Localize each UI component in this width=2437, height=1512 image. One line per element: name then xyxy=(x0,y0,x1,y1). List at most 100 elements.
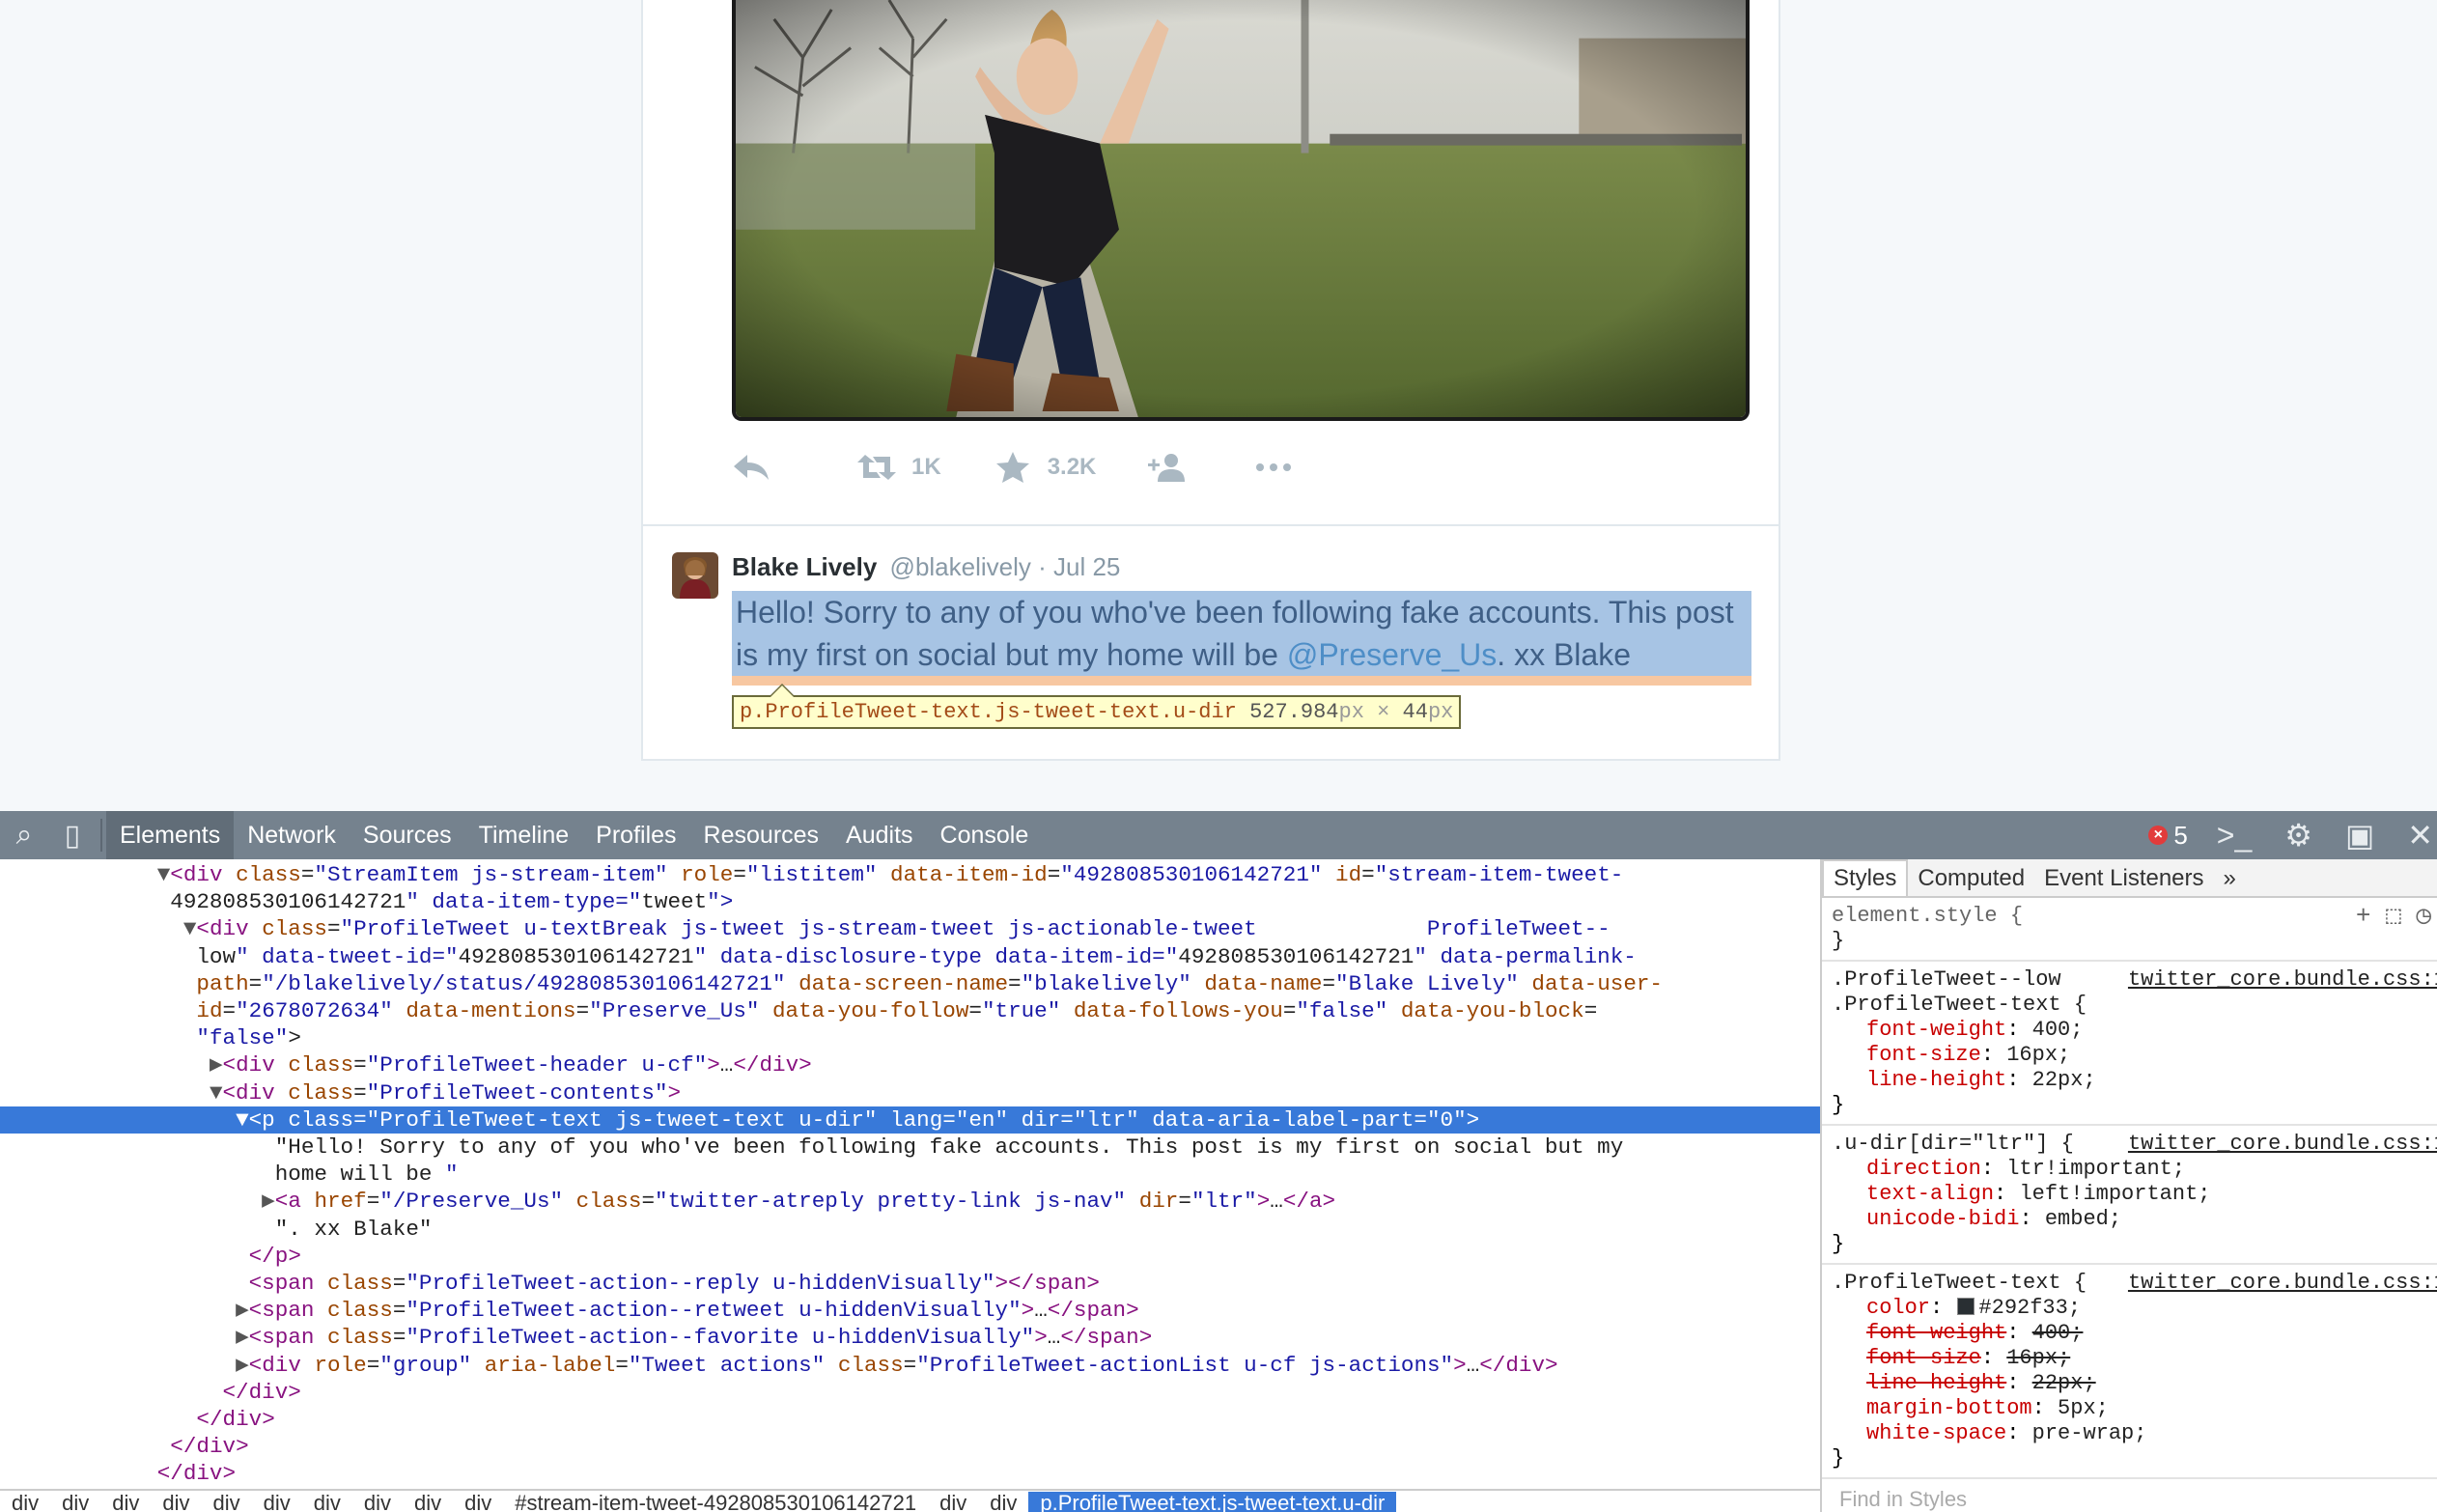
tweet-author-name[interactable]: Blake Lively xyxy=(732,552,877,581)
breadcrumb-item[interactable]: div xyxy=(453,1492,503,1512)
css-property[interactable]: font-weight: 400; xyxy=(1832,1321,2427,1346)
dom-node[interactable]: id="2678072634" data-mentions="Preserve_… xyxy=(0,997,1820,1024)
elements-tree[interactable]: ▼<div class="StreamItem js-stream-item" … xyxy=(0,859,1820,1483)
dom-node[interactable]: ▶<a href="/Preserve_Us" class="twitter-a… xyxy=(0,1188,1820,1215)
tab-resources[interactable]: Resources xyxy=(690,811,833,859)
element-style-rule[interactable]: element.style { } + ⬚ ◷ xyxy=(1822,898,2437,962)
find-in-styles[interactable]: Find in Styles xyxy=(1839,1487,1967,1512)
breadcrumb-item[interactable]: div xyxy=(302,1492,352,1512)
close-icon[interactable]: ✕ xyxy=(2407,817,2433,854)
css-rule[interactable]: .u-dir[dir="ltr"] {twitter_core.bundle.c… xyxy=(1822,1126,2437,1265)
tab-event-listeners[interactable]: Event Listeners xyxy=(2034,865,2213,896)
avatar[interactable] xyxy=(672,552,718,599)
css-property[interactable]: font-size: 16px; xyxy=(1832,1043,2427,1068)
tweet[interactable]: Blake Lively @blakelively · Jul 25 Hello… xyxy=(643,526,1779,758)
css-property[interactable]: unicode-bidi: embed; xyxy=(1832,1207,2427,1232)
breadcrumb-item[interactable]: div xyxy=(50,1492,100,1512)
dom-node[interactable]: ▶<div role="group" aria-label="Tweet act… xyxy=(0,1352,1820,1379)
tab-sources[interactable]: Sources xyxy=(350,811,465,859)
dom-node[interactable]: "Hello! Sorry to any of you who've been … xyxy=(0,1134,1820,1161)
gear-icon[interactable]: ⚙ xyxy=(2284,817,2312,854)
dom-node[interactable]: ▼<div class="ProfileTweet-contents"> xyxy=(0,1079,1820,1106)
retweet-action[interactable]: 1K xyxy=(857,451,941,484)
dom-node[interactable]: </div> xyxy=(0,1379,1820,1406)
dom-node[interactable]: low" data-tweet-id="492808530106142721" … xyxy=(0,943,1820,970)
error-counter[interactable]: × 5 xyxy=(2148,821,2188,851)
tweet-mention-link[interactable]: @Preserve_Us xyxy=(1287,637,1497,672)
expand-triangle-icon[interactable]: ▼ xyxy=(210,1080,223,1106)
tweet-timestamp[interactable]: · Jul 25 xyxy=(1038,552,1120,581)
expand-triangle-icon[interactable]: ▶ xyxy=(236,1298,249,1323)
dom-node[interactable]: ". xx Blake" xyxy=(0,1216,1820,1243)
tab-timeline[interactable]: Timeline xyxy=(465,811,583,859)
color-swatch[interactable] xyxy=(1957,1298,1975,1315)
expand-triangle-icon[interactable]: ▼ xyxy=(236,1107,249,1133)
dom-node[interactable]: ▶<div class="ProfileTweet-header u-cf">…… xyxy=(0,1051,1820,1078)
expand-triangle-icon[interactable]: ▶ xyxy=(210,1052,223,1078)
expand-triangle-icon[interactable]: ▼ xyxy=(183,916,197,941)
more-tabs-chevron[interactable]: » xyxy=(2214,865,2246,896)
css-property[interactable]: text-align: left!important; xyxy=(1832,1182,2427,1207)
dom-node[interactable]: <span class="ProfileTweet-action--reply … xyxy=(0,1270,1820,1297)
tab-profiles[interactable]: Profiles xyxy=(582,811,689,859)
breadcrumb-item[interactable]: div xyxy=(202,1492,252,1512)
dom-node[interactable]: </p> xyxy=(0,1243,1820,1270)
breadcrumb-item[interactable]: p.ProfileTweet-text.js-tweet-text.u-dir xyxy=(1028,1492,1397,1512)
dom-node[interactable]: "false"> xyxy=(0,1024,1820,1051)
css-rule[interactable]: .ProfileTweet-text {twitter_core.bundle.… xyxy=(1822,1265,2437,1479)
css-property[interactable]: direction: ltr!important; xyxy=(1832,1157,2427,1182)
dom-node-selected[interactable]: ▼<p class="ProfileTweet-text js-tweet-te… xyxy=(0,1106,1820,1134)
css-property[interactable]: font-size: 16px; xyxy=(1832,1346,2427,1371)
breadcrumb-item[interactable]: div xyxy=(403,1492,453,1512)
follow-action[interactable] xyxy=(1148,451,1202,484)
expand-triangle-icon[interactable]: ▶ xyxy=(236,1353,249,1378)
search-icon[interactable]: ⌕ xyxy=(0,819,48,852)
favorite-action[interactable]: 3.2K xyxy=(994,451,1096,484)
css-rule[interactable]: .ProfileTweet--low .ProfileTweet-text {tw… xyxy=(1822,962,2437,1126)
toggle-state-icon[interactable]: ⬚ xyxy=(2386,902,2401,931)
more-action[interactable] xyxy=(1254,451,1308,484)
tweet-screen-name[interactable]: @blakelively xyxy=(890,552,1031,581)
dom-node[interactable]: ▼<div class="StreamItem js-stream-item" … xyxy=(0,861,1820,888)
expand-triangle-icon[interactable]: ▶ xyxy=(262,1189,275,1214)
breadcrumb-item[interactable]: #stream-item-tweet-492808530106142721 xyxy=(503,1492,928,1512)
breadcrumb-item[interactable]: div xyxy=(352,1492,403,1512)
breadcrumb-item[interactable]: div xyxy=(252,1492,302,1512)
console-drawer-icon[interactable]: >_ xyxy=(2217,818,2252,854)
css-property[interactable]: color: #292f33; xyxy=(1832,1296,2427,1321)
dock-icon[interactable]: ▣ xyxy=(2345,817,2374,854)
add-rule-icon[interactable]: + xyxy=(2356,902,2371,931)
reply-action[interactable] xyxy=(732,451,786,484)
tab-elements[interactable]: Elements xyxy=(106,811,235,859)
tab-console[interactable]: Console xyxy=(927,811,1043,859)
css-source-link[interactable]: twitter_core.bundle.css:1 xyxy=(2128,1271,2437,1296)
tweet-photo[interactable] xyxy=(732,0,1750,421)
tab-network[interactable]: Network xyxy=(234,811,350,859)
animations-icon[interactable]: ◷ xyxy=(2416,902,2431,931)
device-mode-icon[interactable]: ▯ xyxy=(48,819,97,853)
dom-node[interactable]: ▶<span class="ProfileTweet-action--favor… xyxy=(0,1324,1820,1351)
dom-node[interactable]: </div> xyxy=(0,1433,1820,1460)
dom-node[interactable]: ▶<span class="ProfileTweet-action--retwe… xyxy=(0,1297,1820,1324)
css-property[interactable]: line-height: 22px; xyxy=(1832,1371,2427,1396)
css-property[interactable]: font-weight: 400; xyxy=(1832,1018,2427,1043)
css-property[interactable]: white-space: pre-wrap; xyxy=(1832,1421,2427,1446)
css-property[interactable]: margin-bottom: 5px; xyxy=(1832,1396,2427,1421)
dom-node[interactable]: ▼<div class="ProfileTweet u-textBreak js… xyxy=(0,915,1820,942)
tab-styles[interactable]: Styles xyxy=(1822,859,1909,896)
dom-node[interactable]: </div> xyxy=(0,1406,1820,1433)
breadcrumb-item[interactable]: div xyxy=(0,1492,50,1512)
breadcrumb-item[interactable]: div xyxy=(100,1492,151,1512)
tab-audits[interactable]: Audits xyxy=(832,811,926,859)
breadcrumb-item[interactable]: div xyxy=(978,1492,1028,1512)
css-source-link[interactable]: twitter_core.bundle.css:1 xyxy=(2128,1132,2437,1157)
dom-node[interactable]: path="/blakelively/status/49280853010614… xyxy=(0,970,1820,997)
breadcrumb-item[interactable]: div xyxy=(151,1492,201,1512)
css-source-link[interactable]: twitter_core.bundle.css:1 xyxy=(2128,967,2437,993)
dom-node[interactable]: </div> xyxy=(0,1460,1820,1483)
expand-triangle-icon[interactable]: ▼ xyxy=(157,862,171,887)
expand-triangle-icon[interactable]: ▶ xyxy=(236,1325,249,1350)
tab-computed[interactable]: Computed xyxy=(1908,865,2034,896)
breadcrumb-item[interactable]: div xyxy=(928,1492,978,1512)
dom-node[interactable]: 492808530106142721" data-item-type="twee… xyxy=(0,888,1820,915)
